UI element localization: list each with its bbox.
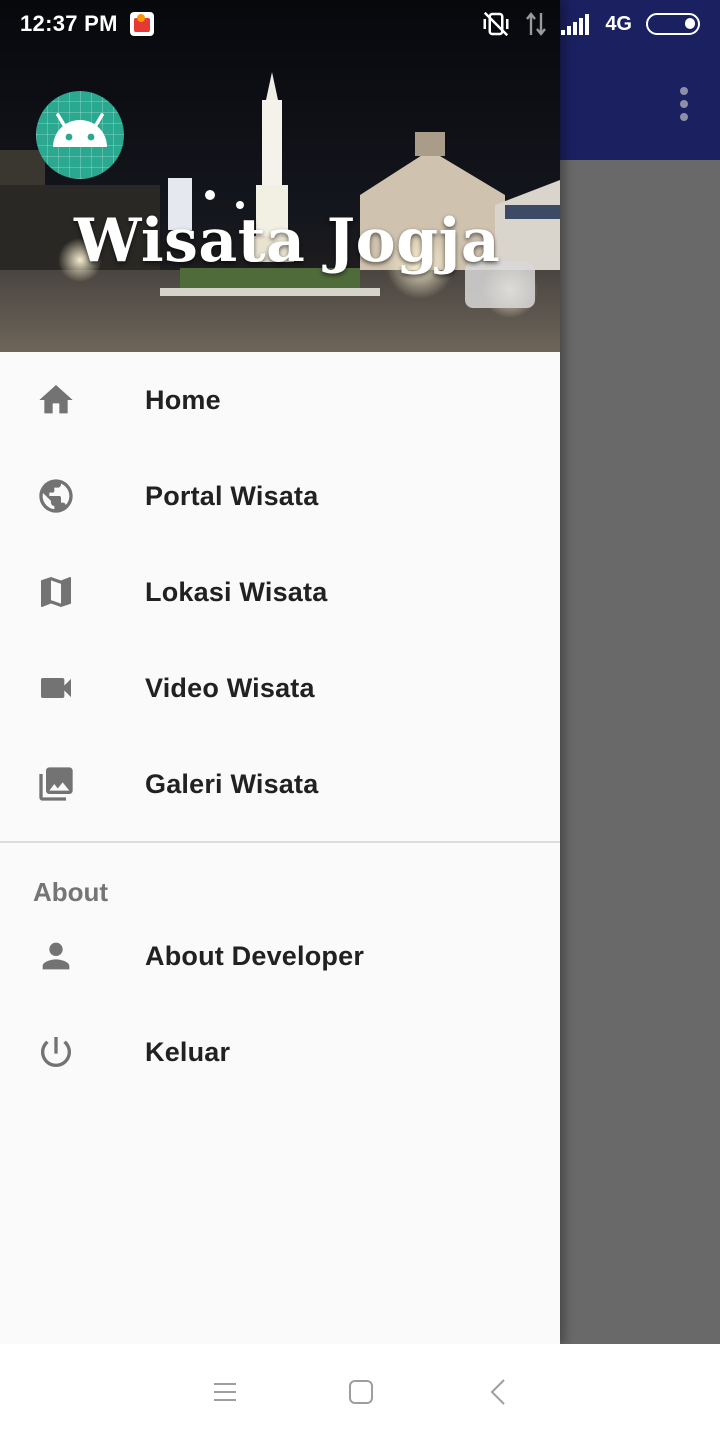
menu-item-label: About Developer: [145, 940, 365, 971]
map-icon: [41, 577, 71, 607]
menu-item-galeri-wisata[interactable]: Galeri Wisata: [0, 736, 560, 832]
menu-item-label: Lokasi Wisata: [145, 576, 328, 607]
menu-item-about-developer[interactable]: About Developer: [0, 908, 560, 1004]
menu-item-portal-wisata[interactable]: Portal Wisata: [0, 448, 560, 544]
power-icon: [41, 1037, 71, 1067]
network-type: 4G: [605, 12, 632, 35]
app-notification-icon: [129, 12, 154, 36]
photo-library-icon: [39, 767, 73, 801]
vibrate-off-icon: [483, 11, 509, 37]
battery-icon: [646, 13, 700, 35]
more-vert-icon[interactable]: [668, 80, 700, 128]
menu-item-label: Keluar: [145, 1036, 231, 1067]
menu-icon[interactable]: [207, 1374, 243, 1410]
back-icon[interactable]: [481, 1374, 517, 1410]
menu-item-label: Video Wisata: [145, 672, 315, 703]
navigation-drawer: Wisata Jogja Home Portal Wisata Lokasi W…: [0, 0, 560, 1344]
globe-icon: [39, 479, 73, 513]
data-arrows-icon: [526, 12, 547, 36]
menu-item-lokasi-wisata[interactable]: Lokasi Wisata: [0, 544, 560, 640]
status-time: 12:37 PM: [20, 11, 118, 36]
menu-item-label: Home: [145, 384, 221, 415]
status-bar: 12:37 PM 4G: [0, 0, 720, 48]
person-icon: [42, 942, 70, 970]
menu-item-home[interactable]: Home: [0, 352, 560, 448]
home-icon: [39, 385, 73, 414]
videocam-icon: [41, 678, 71, 698]
drawer-header: Wisata Jogja: [0, 0, 560, 352]
menu-item-video-wisata[interactable]: Video Wisata: [0, 640, 560, 736]
system-nav-bar: [0, 1344, 720, 1440]
menu-item-label: Galeri Wisata: [145, 768, 319, 799]
home-square-icon[interactable]: [343, 1374, 379, 1410]
drawer-header-title: Wisata Jogja: [74, 206, 501, 276]
signal-icon: [561, 14, 590, 35]
drawer-menu: Home Portal Wisata Lokasi Wisata Video W…: [0, 352, 560, 1100]
menu-item-keluar[interactable]: Keluar: [0, 1004, 560, 1100]
android-icon: [36, 91, 124, 179]
menu-item-label: Portal Wisata: [145, 480, 319, 511]
